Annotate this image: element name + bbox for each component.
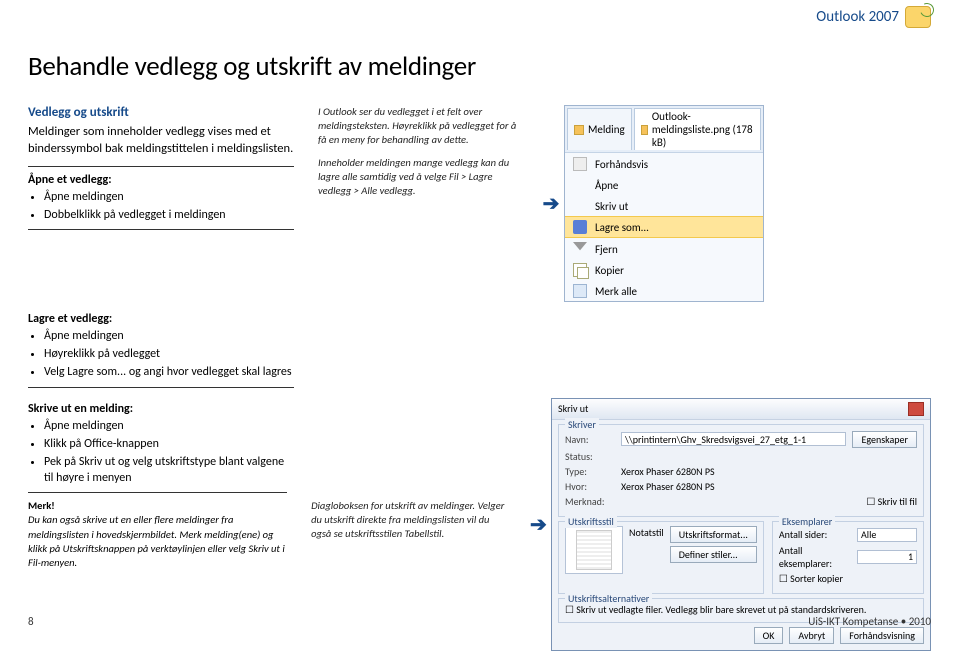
- remove-icon: [573, 242, 587, 256]
- field-name: \\printintern\Ghv_Skredsvigsvei_27_etg_1…: [621, 432, 846, 446]
- label-type: Type:: [565, 465, 615, 478]
- message-icon: [574, 125, 584, 135]
- open-head: Åpne et vedlegg:: [28, 173, 294, 187]
- brand-header: Outlook 2007: [816, 6, 931, 28]
- print-dialog-figure: Skriv ut Skriver Navn: \\printintern\Ghv…: [551, 398, 931, 651]
- group-printer: Skriver: [565, 418, 599, 431]
- menu-item-copy: Kopier: [565, 259, 763, 280]
- subhead-vedlegg: Vedlegg og utskrift: [28, 105, 294, 120]
- caption-text: Inneholder meldingen mange vedlegg kan d…: [318, 156, 524, 199]
- menu-item-remove: Fjern: [565, 238, 763, 259]
- list-item: Åpne meldingen: [44, 418, 287, 434]
- context-menu-figure: Melding Outlook-meldingsliste.png (178 k…: [564, 105, 764, 302]
- menu-item-selectall: Merk alle: [565, 280, 763, 301]
- list-item: Pek på Skriv ut og velg utskriftstype bl…: [44, 454, 287, 486]
- collate-check: ☐ Sorter kopier: [779, 572, 843, 585]
- intro-text: Meldinger som inneholder vedlegg vises m…: [28, 124, 294, 158]
- select-all-icon: [573, 284, 587, 298]
- print-to-file-check: ☐ Skriv til fil: [866, 495, 917, 508]
- label-pages: Antall sider:: [779, 528, 851, 541]
- value-type: Xerox Phaser 6280N PS: [621, 465, 715, 478]
- menu-item-print: Skriv ut: [565, 195, 763, 216]
- save-icon: [573, 220, 587, 234]
- value-where: Xerox Phaser 6280N PS: [621, 480, 715, 493]
- open-icon: [573, 178, 587, 192]
- arrow-icon: ➔: [538, 105, 564, 302]
- label-remark: Merknad:: [565, 495, 615, 508]
- preview-button: Forhåndsvisning: [840, 627, 924, 644]
- list-item: Åpne meldingen: [44, 328, 294, 344]
- style-name: Notatstil: [629, 526, 664, 539]
- caption-text: I Outlook ser du vedlegget i et felt ove…: [318, 105, 524, 148]
- tab-message: Melding: [567, 108, 632, 150]
- note-head: Merk!: [28, 499, 55, 512]
- style-thumbnail: [565, 526, 623, 574]
- attachment-icon: [641, 125, 648, 135]
- define-styles-button: Definer stiler...: [670, 546, 757, 563]
- list-item: Åpne meldingen: [44, 189, 294, 205]
- label-name: Navn:: [565, 433, 615, 446]
- page-number: 8: [28, 615, 34, 628]
- page-footer: 8 UiS-IKT Kompetanse • 2010: [28, 615, 931, 628]
- section-save-attachment: Lagre et vedlegg: Åpne meldingen Høyrekl…: [28, 308, 931, 394]
- brand-name: Outlook 2007: [816, 8, 899, 26]
- list-item: Velg Lagre som... og angi hvor vedlegget…: [44, 364, 294, 380]
- group-copies: Eksemplarer: [779, 515, 835, 528]
- field-copies: 1: [857, 550, 917, 564]
- label-status: Status:: [565, 450, 615, 463]
- footer-credit: UiS-IKT Kompetanse • 2010: [808, 615, 931, 628]
- field-pages: Alle: [857, 528, 917, 542]
- close-icon: [908, 402, 924, 416]
- properties-button: Egenskaper: [852, 431, 917, 448]
- arrow-icon: ➔: [526, 398, 551, 651]
- caption-text: Diagloboksen for utskrift av meldinger. …: [311, 499, 512, 542]
- page-setup-button: Utskriftsformat...: [670, 526, 757, 543]
- menu-item-saveas: Lagre som...: [565, 216, 763, 238]
- section-attachments: Vedlegg og utskrift Meldinger som inneho…: [28, 105, 931, 302]
- print-head: Skrive ut en melding:: [28, 402, 287, 416]
- group-style: Utskriftsstil: [565, 515, 617, 528]
- list-item: Høyreklikk på vedlegget: [44, 346, 294, 362]
- group-options: Utskriftsalternativer: [565, 592, 652, 605]
- list-item: Klikk på Office-knappen: [44, 436, 287, 452]
- menu-item-preview: Forhåndsvis: [565, 153, 763, 174]
- tab-attachment: Outlook-meldingsliste.png (178 kB): [634, 108, 761, 150]
- copy-icon: [573, 263, 587, 277]
- outlook-icon: [905, 6, 931, 28]
- preview-icon: [573, 157, 587, 171]
- ok-button: OK: [754, 627, 784, 644]
- label-where: Hvor:: [565, 480, 615, 493]
- save-head: Lagre et vedlegg:: [28, 312, 294, 326]
- note-text: Du kan også skrive ut en eller flere mel…: [28, 513, 285, 569]
- dialog-title: Skriv ut: [558, 402, 588, 416]
- page-title: Behandle vedlegg og utskrift av meldinge…: [28, 50, 931, 83]
- print-icon: [573, 199, 587, 213]
- cancel-button: Avbryt: [789, 627, 834, 644]
- section-print: Skrive ut en melding: Åpne meldingen Kli…: [28, 398, 931, 651]
- label-copies: Antall eksemplarer:: [779, 544, 851, 570]
- list-item: Dobbelklikk på vedlegget i meldingen: [44, 207, 294, 223]
- menu-item-open: Åpne: [565, 174, 763, 195]
